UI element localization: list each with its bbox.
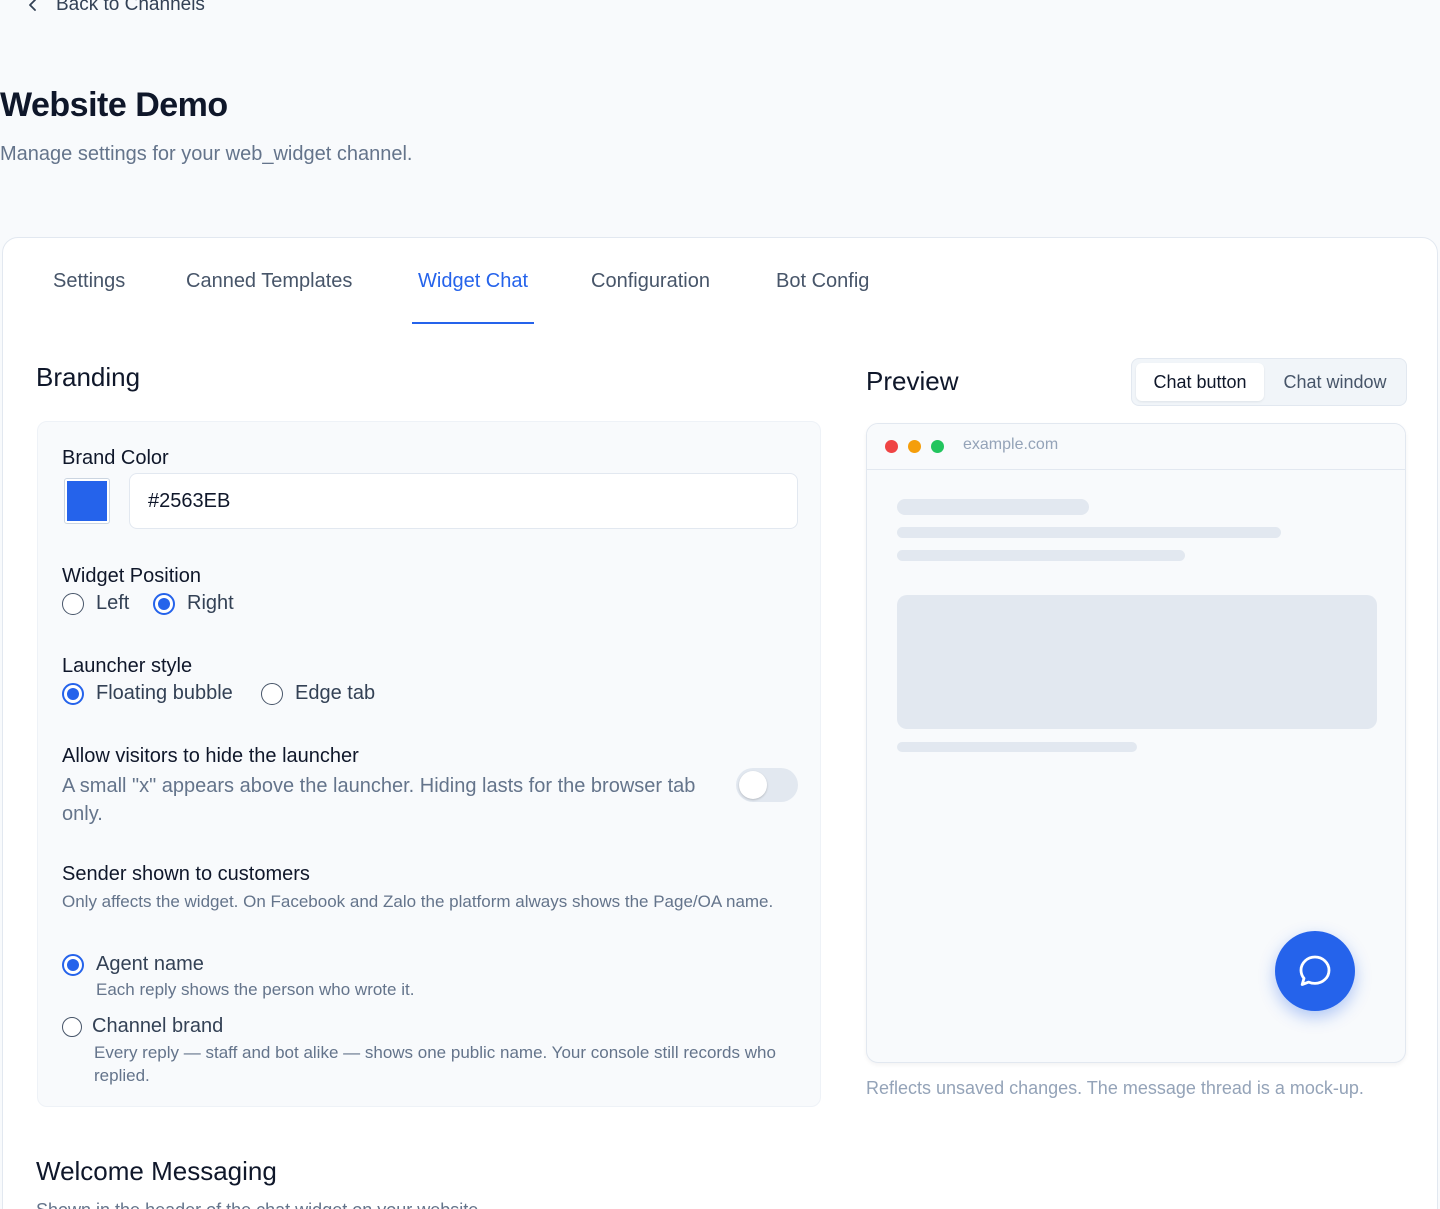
skeleton-line	[897, 499, 1089, 515]
launcher-style-label: Launcher style	[62, 655, 193, 677]
sender-brand-radio[interactable]	[62, 1016, 82, 1037]
widget-position-label: Widget Position	[62, 565, 201, 587]
brand-color-input[interactable]	[129, 473, 798, 529]
window-dot-green	[931, 440, 944, 453]
launcher-edge-label: Edge tab	[295, 682, 376, 704]
welcome-help: Shown in the header of the chat widget o…	[36, 1200, 483, 1209]
preview-heading: Preview	[866, 366, 959, 396]
skeleton-line	[897, 527, 1281, 538]
position-left-label: Left	[96, 592, 130, 614]
welcome-heading: Welcome Messaging	[36, 1156, 277, 1186]
tab-configuration[interactable]: Configuration	[591, 270, 710, 324]
position-left-radio[interactable]	[62, 592, 84, 615]
preview-note: Reflects unsaved changes. The message th…	[866, 1078, 1364, 1098]
position-left-option[interactable]: Left	[62, 592, 129, 615]
launcher-edge-option[interactable]: Edge tab	[261, 682, 375, 705]
chat-bubble-icon	[1299, 955, 1331, 986]
launcher-floating-radio[interactable]	[62, 682, 84, 705]
hide-launcher-toggle[interactable]	[736, 768, 798, 802]
launcher-floating-option[interactable]: Floating bubble	[62, 682, 233, 705]
brand-color-swatch[interactable]	[64, 478, 110, 524]
branding-panel: Brand Color Widget Position Left Right L…	[37, 421, 821, 1107]
preview-browser-frame: example.com	[866, 423, 1406, 1063]
position-right-label: Right	[187, 592, 234, 614]
brand-color-label: Brand Color	[62, 447, 169, 469]
tab-settings[interactable]: Settings	[53, 270, 125, 324]
tab-widget-chat[interactable]: Widget Chat	[411, 270, 535, 324]
sender-brand-label: Channel brand	[92, 1015, 224, 1037]
window-dot-red	[885, 440, 898, 453]
hide-launcher-label: Allow visitors to hide the launcher	[62, 745, 359, 767]
sender-agent-radio[interactable]	[62, 953, 84, 976]
browser-address-bar: example.com	[867, 424, 1405, 470]
sender-agent-label: Agent name	[96, 953, 204, 975]
tab-bot-config[interactable]: Bot Config	[776, 270, 869, 324]
skeleton-line	[897, 550, 1185, 561]
sender-brand-help: Every reply — staff and bot alike — show…	[94, 1043, 776, 1085]
page-title: Website Demo	[0, 86, 228, 124]
sender-agent-help: Each reply shows the person who wrote it…	[96, 980, 415, 999]
sender-brand-option[interactable]: Channel brand	[62, 1015, 223, 1038]
browser-url: example.com	[963, 436, 1059, 453]
preview-mode-chat-button[interactable]: Chat button	[1136, 363, 1264, 401]
window-dot-yellow	[908, 440, 921, 453]
back-link-label: Back to Channels	[56, 0, 205, 15]
chevron-left-icon	[29, 0, 36, 11]
chat-launcher-button[interactable]	[1275, 931, 1355, 1011]
sender-agent-option[interactable]: Agent name	[62, 953, 204, 976]
tab-canned-templates[interactable]: Canned Templates	[186, 270, 352, 324]
launcher-floating-label: Floating bubble	[96, 682, 233, 704]
position-right-radio[interactable]	[153, 592, 175, 615]
skeleton-line	[897, 742, 1137, 752]
position-right-option[interactable]: Right	[153, 592, 234, 615]
back-to-channels-link[interactable]: Back to Channels	[26, 0, 205, 16]
preview-mode-chat-window[interactable]: Chat window	[1268, 363, 1402, 401]
skeleton-block	[897, 595, 1377, 729]
channel-settings-card: Settings Canned Templates Widget Chat Co…	[2, 237, 1438, 1209]
hide-launcher-help: A small "x" appears above the launcher. …	[62, 775, 696, 825]
preview-mode-switch: Chat button Chat window	[1131, 358, 1407, 406]
branding-heading: Branding	[36, 362, 141, 392]
sender-help: Only affects the widget. On Facebook and…	[62, 892, 774, 911]
page-subtitle: Manage settings for your web_widget chan…	[0, 143, 413, 165]
launcher-edge-radio[interactable]	[261, 682, 283, 705]
sender-label: Sender shown to customers	[62, 863, 310, 885]
